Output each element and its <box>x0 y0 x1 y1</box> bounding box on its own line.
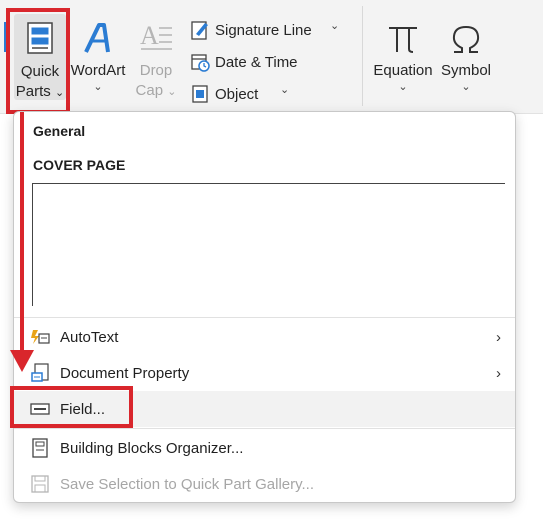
calendar-icon <box>190 52 210 72</box>
annotation-arrow-shaft <box>20 112 24 354</box>
cover-page-gallery[interactable] <box>32 183 505 306</box>
wordart-label: WordArt <box>70 62 126 79</box>
symbol-label: Symbol <box>440 62 492 79</box>
chevron-down-icon: ⌄ <box>93 81 103 93</box>
drop-cap-label-1: Drop <box>139 62 173 79</box>
menu-item-label: Document Property <box>60 364 190 382</box>
autotext-icon <box>30 327 50 347</box>
menu-divider <box>14 317 515 318</box>
signature-line-icon <box>190 20 210 40</box>
equation-label: Equation <box>373 62 433 79</box>
equation-button[interactable]: Equation ⌄ <box>370 14 436 100</box>
ribbon-separator <box>362 6 363 106</box>
menu-item-label: AutoText <box>60 328 119 346</box>
annotation-arrow-head <box>10 350 34 372</box>
object-button[interactable]: Object ⌄ <box>190 81 350 107</box>
cover-page-heading: COVER PAGE <box>33 157 126 173</box>
general-heading: General <box>33 123 86 139</box>
svg-text:A: A <box>140 22 159 50</box>
wordart-button[interactable]: WordArt ⌄ <box>70 14 126 100</box>
chevron-right-icon: › <box>496 364 501 382</box>
date-time-label: Date & Time <box>215 53 298 71</box>
pi-icon <box>370 14 436 54</box>
ribbon-insert-text-group: Quick Parts ⌄ WordArt ⌄ A Drop Cap ⌄ Sig… <box>0 0 543 114</box>
date-time-button[interactable]: Date & Time <box>190 49 350 75</box>
chevron-down-icon[interactable]: ⌄ <box>280 83 289 96</box>
symbol-button[interactable]: Symbol ⌄ <box>438 14 494 100</box>
object-label: Object <box>215 85 259 103</box>
chevron-down-icon[interactable]: ⌄ <box>330 19 339 32</box>
menu-item-label: Save Selection to Quick Part Gallery... <box>60 475 314 493</box>
omega-icon <box>438 14 494 54</box>
save-icon <box>30 474 50 494</box>
signature-line-button[interactable]: Signature Line ⌄ <box>190 17 350 43</box>
quick-parts-highlight-box <box>6 8 70 114</box>
object-icon <box>190 84 210 104</box>
menu-item-save-selection[interactable]: Save Selection to Quick Part Gallery... <box>14 466 515 502</box>
chevron-right-icon: › <box>496 328 501 346</box>
drop-cap-label-2: Cap ⌄ <box>135 82 177 99</box>
chevron-down-icon: ⌄ <box>461 81 471 93</box>
wordart-icon <box>70 14 126 54</box>
building-blocks-icon <box>30 438 50 458</box>
menu-divider <box>14 428 515 429</box>
menu-item-autotext[interactable]: AutoText › <box>14 319 515 355</box>
field-highlight-box <box>10 386 133 428</box>
signature-line-label: Signature Line <box>215 21 312 39</box>
drop-cap-button[interactable]: A Drop Cap ⌄ <box>130 14 182 100</box>
menu-item-building-blocks-organizer[interactable]: Building Blocks Organizer... <box>14 430 515 466</box>
chevron-down-icon: ⌄ <box>398 81 408 93</box>
menu-item-label: Building Blocks Organizer... <box>60 439 244 457</box>
quick-parts-menu: General COVER PAGE AutoText › Document P… <box>13 111 516 503</box>
chevron-down-icon: ⌄ <box>167 86 177 98</box>
drop-cap-icon: A <box>130 14 182 54</box>
